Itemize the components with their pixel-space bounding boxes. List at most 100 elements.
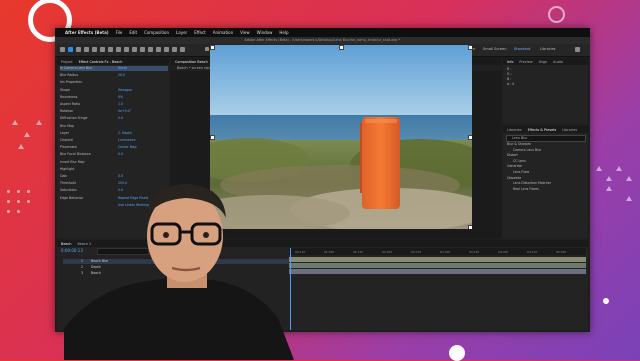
effect-property-value[interactable]: Reset (118, 66, 127, 70)
tab-info[interactable]: Info (507, 60, 513, 64)
effect-property-row[interactable]: Roundness 0% (60, 95, 168, 100)
tab-align[interactable]: Align (539, 60, 548, 64)
pen-tool-icon[interactable] (132, 47, 137, 52)
menu-layer[interactable]: Layer (176, 30, 187, 35)
effect-property-value[interactable]: 0x+0.0° (118, 109, 131, 113)
effects-tree-item[interactable]: Generate (507, 164, 522, 168)
layer-track-1[interactable] (289, 257, 586, 262)
transform-handle-tr[interactable] (468, 45, 472, 50)
tab-effect-controls[interactable]: Effect Controls Fx - Beach (79, 60, 123, 64)
effect-property-row[interactable]: fx Camera Lens Blur Reset (60, 66, 168, 71)
effect-property-row[interactable]: Highlight (60, 167, 168, 172)
menu-window[interactable]: Window (257, 30, 273, 35)
eraser-tool-icon[interactable] (164, 47, 169, 52)
puppet-tool-icon[interactable] (180, 47, 185, 52)
transform-handle-mr[interactable] (468, 135, 472, 140)
roto-tool-icon[interactable] (172, 47, 177, 52)
workspace-standard[interactable]: Standard (514, 47, 530, 51)
effect-property-value[interactable]: 0.0 (118, 152, 123, 156)
tab-project[interactable]: Project (61, 60, 73, 64)
effect-property-value[interactable]: 20.0 (118, 73, 125, 77)
effects-tree-item[interactable]: Real Lens Flares (513, 187, 539, 191)
effects-tree-item[interactable]: CC Lens (513, 159, 526, 163)
zoom-tool-icon[interactable] (84, 47, 89, 52)
tab-composition[interactable]: Composition Beach (175, 60, 208, 64)
effect-property-label: Blur Focal Distance (60, 152, 91, 157)
search-icon[interactable] (575, 47, 580, 52)
orbit-tool-icon[interactable] (92, 47, 97, 52)
menu-edit[interactable]: Edit (129, 30, 137, 35)
anchor-tool-icon[interactable] (116, 47, 121, 52)
menu-animation[interactable]: Animation (213, 30, 233, 35)
effects-tree-item[interactable]: Distort (507, 153, 518, 157)
menu-help[interactable]: Help (279, 30, 288, 35)
type-tool-icon[interactable] (140, 47, 145, 52)
effect-property-row[interactable]: Iris Properties (60, 80, 168, 85)
decorative-dot (17, 200, 20, 203)
menu-view[interactable]: View (240, 30, 250, 35)
selection-tool-icon[interactable] (68, 47, 73, 52)
tab-libraries-right[interactable]: Libraries (562, 128, 577, 132)
menu-file[interactable]: File (116, 30, 123, 35)
effect-property-row[interactable]: Blur Radius 20.0 (60, 73, 168, 78)
effects-tree-item[interactable]: Lens Distortion Matcher (513, 181, 551, 185)
effect-property-label: Aspect Ratio (60, 102, 81, 106)
effect-property-value[interactable]: 0% (118, 95, 123, 99)
effect-property-row[interactable]: Rotation 0x+0.0° (60, 109, 168, 114)
effect-property-row[interactable]: Shape Hexagon (60, 88, 168, 93)
effect-property-row[interactable]: Blur Map (60, 124, 168, 129)
effect-property-row[interactable]: Placement Center Map (60, 145, 168, 150)
effect-property-row[interactable]: Invert Blur Map (60, 160, 168, 165)
effect-property-value[interactable]: 1.0 (118, 102, 123, 106)
workspace-libraries[interactable]: Libraries (540, 47, 556, 51)
effects-tree-item[interactable]: Camera Lens Blur (513, 148, 541, 152)
tab-audio[interactable]: Audio (553, 60, 563, 64)
home-icon[interactable] (60, 47, 65, 52)
effects-tree-item[interactable]: Obsolete (507, 176, 521, 180)
decorative-dot (17, 210, 20, 213)
tab-preview[interactable]: Preview (519, 60, 532, 64)
rotate-tool-icon[interactable] (108, 47, 113, 52)
effect-controls-tabbar: Project Effect Controls Fx - Beach (57, 58, 169, 65)
layer-track-2[interactable] (289, 263, 586, 268)
transform-handle-tl[interactable] (210, 45, 215, 50)
tab-effects-presets[interactable]: Effects & Presets (528, 128, 557, 132)
transform-handle-tc[interactable] (339, 45, 344, 50)
effect-property-value[interactable]: 0.0 (118, 116, 123, 120)
effects-search-field[interactable]: Lens Blur (506, 135, 586, 142)
effects-tree-item[interactable]: Blur & Sharpen (507, 142, 531, 146)
effect-property-row[interactable]: Blur Focal Distance 0.0 (60, 152, 168, 157)
effect-property-label: Layer (60, 130, 69, 135)
decorative-triangle (626, 176, 632, 181)
effect-property-value[interactable]: Hexagon (118, 88, 132, 92)
effect-property-value[interactable]: 2. Depth (118, 131, 132, 135)
shape-tool-icon[interactable] (124, 47, 129, 52)
effect-property-label: Highlight (60, 166, 75, 171)
effect-property-row[interactable]: Channel Luminance (60, 138, 168, 143)
transform-handle-br[interactable] (468, 225, 472, 229)
effect-property-row[interactable]: Aspect Ratio 1.0 (60, 102, 168, 107)
effect-property-row[interactable]: Diffraction Fringe 0.0 (60, 116, 168, 121)
pan-tool-icon[interactable] (100, 47, 105, 52)
brush-tool-icon[interactable] (148, 47, 153, 52)
hand-tool-icon[interactable] (76, 47, 81, 52)
menu-composition[interactable]: Composition (144, 30, 169, 35)
menu-effect[interactable]: Effect (194, 30, 206, 35)
workspace-small-screen[interactable]: Small Screen (483, 47, 506, 51)
effect-property-value[interactable]: Luminance (118, 138, 135, 142)
clone-tool-icon[interactable] (156, 47, 161, 52)
time-ruler-label: 05:00f (556, 250, 566, 254)
menu-app-name[interactable]: After Effects (Beta) (65, 30, 109, 35)
tab-libraries-left[interactable]: Libraries (507, 128, 522, 132)
effects-tree-item[interactable]: Lens Flare (513, 170, 529, 174)
layer-track-3[interactable] (289, 269, 586, 274)
snapping-checkbox-icon[interactable] (205, 47, 209, 51)
decorative-triangle (626, 196, 632, 201)
effect-property-label: Roundness (60, 94, 78, 99)
decorative-dot (27, 200, 30, 203)
effect-property-row[interactable]: Layer 2. Depth (60, 131, 168, 136)
decorative-ring-small (548, 6, 565, 23)
effect-property-value[interactable]: Center Map (118, 145, 136, 149)
transform-handle-ml[interactable] (210, 135, 215, 140)
decorative-dot (7, 190, 10, 193)
